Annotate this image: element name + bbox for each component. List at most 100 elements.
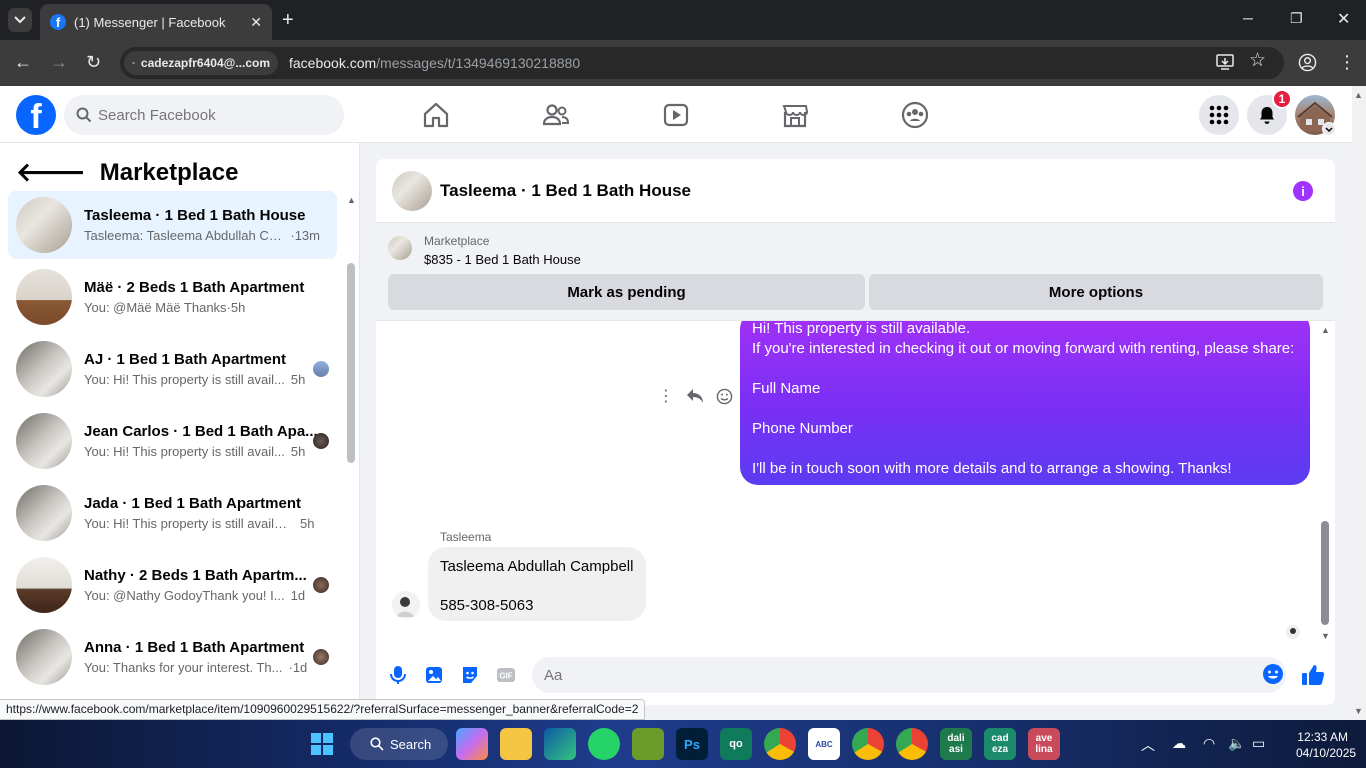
conversation-item[interactable]: Jada · 1 Bed 1 Bath Apartment You: Hi! T… bbox=[8, 479, 337, 547]
conversation-item[interactable]: Jean Carlos · 1 Bed 1 Bath Apa... You: H… bbox=[8, 407, 337, 475]
conversation-preview: You: @Nathy GodoyThank you! I... bbox=[84, 588, 285, 603]
back-arrow-icon[interactable]: 🡐 bbox=[16, 157, 86, 188]
new-tab-icon[interactable]: + bbox=[282, 9, 294, 31]
message-line: I'll be in touch soon with more details … bbox=[752, 460, 1232, 477]
gif-icon[interactable]: GIF bbox=[495, 664, 517, 686]
dali-app-icon[interactable]: dali asi bbox=[940, 728, 972, 760]
scroll-down-icon[interactable]: ▼ bbox=[1321, 631, 1330, 641]
thumbs-up-icon[interactable] bbox=[1301, 663, 1325, 687]
svg-text:GIF: GIF bbox=[499, 672, 512, 681]
clock-time: 12:33 AM bbox=[1297, 730, 1348, 744]
emoji-icon[interactable] bbox=[1262, 663, 1284, 685]
chrome-profile-icon[interactable] bbox=[852, 728, 884, 760]
minimize-icon[interactable]: ─ bbox=[1243, 10, 1253, 26]
inbox-title: Marketplace bbox=[99, 158, 239, 186]
show-hidden-icons-icon[interactable]: ︿ bbox=[1141, 735, 1155, 755]
message-input[interactable] bbox=[532, 657, 1286, 693]
volume-icon[interactable]: 🔈 bbox=[1228, 735, 1245, 752]
scroll-down-icon[interactable]: ▼ bbox=[1354, 706, 1363, 716]
url-text[interactable]: facebook.com/messages/t/1349469130218880 bbox=[289, 55, 580, 71]
restore-icon[interactable]: ❐ bbox=[1290, 10, 1303, 27]
facebook-search[interactable] bbox=[64, 95, 344, 135]
tab-search-button[interactable] bbox=[8, 8, 32, 32]
conversation-item[interactable]: Tasleema · 1 Bed 1 Bath House Tasleema: … bbox=[8, 191, 337, 259]
listing-avatar[interactable] bbox=[392, 170, 432, 211]
taskbar-clock[interactable]: 12:33 AM 04/10/2025 bbox=[1296, 729, 1356, 761]
person-photo-icon bbox=[392, 591, 420, 619]
scroll-up-icon[interactable]: ▲ bbox=[1354, 90, 1363, 100]
notepad-icon[interactable] bbox=[632, 728, 664, 760]
profile-icon[interactable] bbox=[1298, 53, 1317, 72]
edge-icon[interactable] bbox=[544, 728, 576, 760]
video-icon[interactable] bbox=[661, 100, 691, 130]
react-emoji-icon[interactable] bbox=[716, 388, 733, 405]
menu-button[interactable] bbox=[1199, 95, 1239, 135]
scroll-up-icon[interactable]: ▲ bbox=[1321, 325, 1330, 335]
page-scrollbar[interactable]: ▲ ▼ bbox=[1352, 86, 1366, 720]
search-input[interactable] bbox=[98, 106, 328, 124]
conversation-time: ·1d bbox=[288, 660, 308, 675]
groups-icon[interactable] bbox=[900, 100, 930, 130]
banner-listing[interactable]: $835 - 1 Bed 1 Bath House bbox=[424, 252, 581, 267]
message-scrollbar[interactable] bbox=[1321, 521, 1329, 625]
friends-icon[interactable] bbox=[541, 100, 571, 130]
back-arrow-icon[interactable]: ← bbox=[14, 53, 32, 71]
abc-app-icon[interactable]: ABC bbox=[808, 728, 840, 760]
facebook-logo[interactable]: f bbox=[16, 95, 56, 135]
window-close-icon[interactable]: ✕ bbox=[1337, 9, 1350, 29]
forward-arrow-icon[interactable]: → bbox=[50, 53, 68, 71]
sticker-icon[interactable] bbox=[459, 664, 481, 686]
file-explorer-icon[interactable] bbox=[500, 728, 532, 760]
incoming-message[interactable]: Tasleema Abdullah Campbell 585-308-5063 bbox=[428, 547, 646, 621]
conversation-item[interactable]: AJ · 1 Bed 1 Bath Apartment You: Hi! Thi… bbox=[8, 335, 337, 403]
taskbar-search[interactable]: Search bbox=[350, 728, 448, 760]
conversation-preview: Tasleema: Tasleema Abdullah Ca... bbox=[84, 228, 285, 243]
windows-start-icon[interactable] bbox=[311, 733, 333, 755]
wifi-icon[interactable]: ◠ bbox=[1203, 735, 1215, 752]
cadeza-app-icon[interactable]: cad eza bbox=[984, 728, 1016, 760]
photoshop-icon[interactable]: Ps bbox=[676, 728, 708, 760]
conversation-item[interactable]: Anna · 1 Bed 1 Bath Apartment You: Thank… bbox=[8, 623, 337, 691]
bookmark-star-icon[interactable]: ☆ bbox=[1249, 51, 1266, 70]
microphone-icon[interactable] bbox=[387, 664, 409, 686]
avelina-app-icon[interactable]: ave lina bbox=[1028, 728, 1060, 760]
conversation-time: 5h bbox=[290, 444, 306, 459]
account-dropdown[interactable] bbox=[1322, 122, 1336, 136]
onedrive-icon[interactable]: ☁ bbox=[1172, 735, 1186, 752]
more-icon[interactable]: ⋮ bbox=[658, 386, 674, 406]
conversation-item[interactable]: Nathy · 2 Beds 1 Bath Apartm... You: @Na… bbox=[8, 551, 337, 619]
conversation-time: 5h bbox=[300, 516, 315, 531]
browser-tab-messenger[interactable]: f (1) Messenger | Facebook ✕ bbox=[40, 4, 272, 40]
qoo-app-icon[interactable]: qo bbox=[720, 728, 752, 760]
read-receipt-avatar bbox=[313, 649, 329, 665]
inbox-scrollbar[interactable] bbox=[347, 263, 355, 463]
listing-thumbnail bbox=[16, 269, 72, 325]
mark-as-pending-button[interactable]: Mark as pending bbox=[388, 274, 865, 310]
home-icon[interactable] bbox=[421, 100, 451, 130]
tab-title: (1) Messenger | Facebook bbox=[74, 14, 226, 30]
reply-icon[interactable] bbox=[686, 388, 704, 404]
close-tab-icon[interactable]: ✕ bbox=[250, 14, 262, 31]
address-bar[interactable]: cadezapfr6404@...com facebook.com/messag… bbox=[120, 47, 1284, 79]
site-info-chip[interactable]: cadezapfr6404@...com bbox=[124, 51, 278, 75]
install-app-icon[interactable] bbox=[1216, 54, 1234, 70]
whatsapp-icon[interactable] bbox=[588, 728, 620, 760]
outgoing-message[interactable]: Hi! This property is still available. If… bbox=[740, 321, 1310, 485]
more-options-button[interactable]: More options bbox=[869, 274, 1323, 310]
chrome-icon[interactable] bbox=[764, 728, 796, 760]
conversation-item[interactable]: Mäë · 2 Beds 1 Bath Apartment You: @Mäë … bbox=[8, 263, 337, 331]
copilot-icon[interactable] bbox=[456, 728, 488, 760]
photo-icon[interactable] bbox=[423, 664, 445, 686]
listing-thumbnail[interactable] bbox=[388, 236, 412, 260]
chrome-menu-icon[interactable]: ⋮ bbox=[1338, 53, 1356, 71]
facebook-favicon-icon: f bbox=[50, 14, 66, 30]
chrome-profile-icon[interactable] bbox=[896, 728, 928, 760]
reload-icon[interactable]: ↻ bbox=[86, 53, 101, 71]
scroll-up-icon[interactable]: ▲ bbox=[347, 195, 356, 205]
url-path: /messages/t/1349469130218880 bbox=[376, 55, 581, 71]
marketplace-icon[interactable] bbox=[780, 100, 810, 130]
sender-avatar[interactable] bbox=[392, 591, 420, 619]
battery-icon[interactable]: ▭ bbox=[1252, 735, 1265, 752]
info-icon[interactable]: i bbox=[1293, 181, 1313, 201]
conversation-title[interactable]: Tasleema · 1 Bed 1 Bath House bbox=[440, 181, 691, 201]
